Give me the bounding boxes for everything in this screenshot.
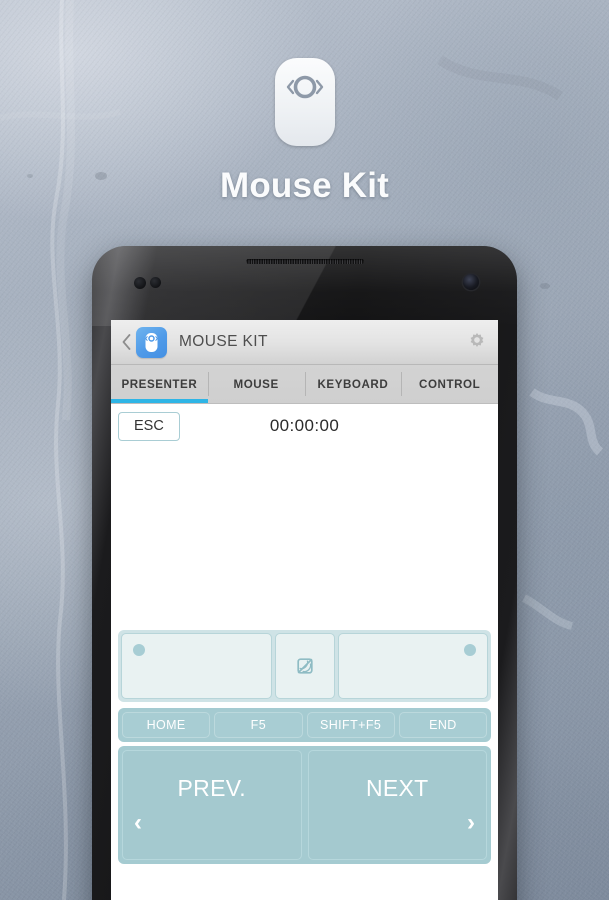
app-action-bar: MOUSE KIT (111, 320, 498, 365)
phone-screen: MOUSE KIT PRESENTER MOUSE KEYBOARD CONTR… (111, 320, 498, 900)
app-logo-glyph (145, 332, 158, 352)
gear-icon[interactable] (466, 331, 488, 353)
app-title: MOUSE KIT (179, 333, 268, 350)
brand-header: Mouse Kit (0, 0, 609, 240)
tab-mouse[interactable]: MOUSE (207, 365, 305, 403)
ambient-light-sensor (150, 277, 161, 288)
tab-keyboard-label: KEYBOARD (317, 377, 389, 391)
tab-control-label: CONTROL (419, 377, 481, 391)
front-camera (463, 274, 479, 290)
next-slide-button[interactable]: NEXT › (307, 750, 487, 860)
left-click-pad[interactable] (121, 633, 272, 699)
tab-keyboard[interactable]: KEYBOARD (304, 365, 402, 403)
next-slide-label: NEXT (365, 775, 429, 801)
prev-slide-button[interactable]: PREV. ‹ (122, 750, 302, 860)
phone-device-frame: MOUSE KIT PRESENTER MOUSE KEYBOARD CONTR… (92, 246, 517, 900)
fkey-f5[interactable]: F5 (214, 712, 303, 738)
touchpad-row (121, 633, 488, 699)
fkey-end[interactable]: END (398, 712, 487, 738)
prev-slide-label: PREV. (177, 775, 246, 801)
right-click-pad[interactable] (337, 633, 488, 699)
tab-control[interactable]: CONTROL (401, 365, 498, 403)
touchpad-panel (118, 630, 491, 702)
brand-title: Mouse Kit (219, 166, 390, 205)
active-tab-indicator (111, 399, 208, 403)
tab-mouse-label: MOUSE (233, 377, 279, 391)
presenter-content-area: ESC 00:00:00 (111, 404, 498, 622)
chevron-left-icon: ‹ (134, 809, 142, 836)
earpiece-speaker (245, 259, 364, 264)
proximity-sensor (134, 277, 146, 289)
tab-bar: PRESENTER MOUSE KEYBOARD CONTROL (111, 365, 498, 404)
fkey-shift-f5[interactable]: SHIFT+F5 (306, 712, 395, 738)
presentation-timer: 00:00:00 (269, 416, 340, 435)
back-chevron-icon[interactable] (118, 334, 134, 350)
laser-pointer-off-icon (296, 658, 313, 674)
function-key-row: HOME F5 SHIFT+F5 END (118, 708, 491, 742)
fkey-home[interactable]: HOME (122, 712, 211, 738)
tab-presenter[interactable]: PRESENTER (111, 365, 208, 403)
slide-nav-row: PREV. ‹ NEXT › (118, 746, 491, 864)
app-logo-large (274, 58, 335, 146)
right-click-dot-icon (464, 644, 476, 656)
gear-glyph (470, 333, 484, 347)
tab-presenter-label: PRESENTER (121, 377, 198, 391)
app-logo-icon[interactable] (136, 326, 167, 358)
chevron-right-icon: › (467, 809, 475, 836)
laser-pointer-toggle[interactable] (274, 633, 335, 699)
left-click-dot-icon (133, 644, 145, 656)
presenter-remote-icon (286, 75, 323, 99)
back-chevron-glyph (122, 334, 130, 350)
